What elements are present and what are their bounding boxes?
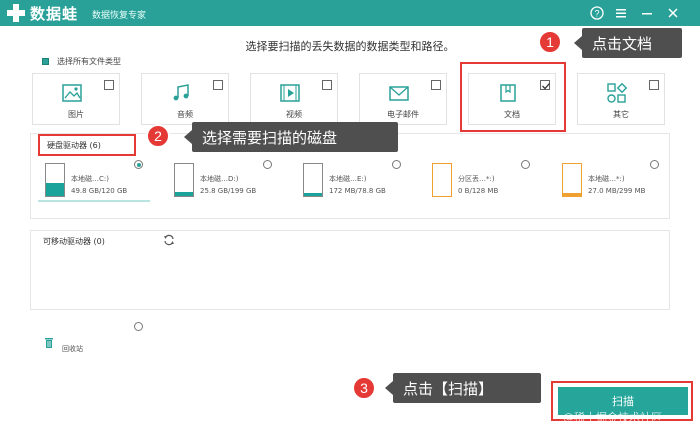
drive-radio[interactable] <box>392 160 401 169</box>
close-icon[interactable] <box>664 4 682 22</box>
drive-size: 25.8 GB/199 GB <box>200 187 257 195</box>
type-card-other[interactable]: 其它 <box>577 73 665 125</box>
recycle-bin-label: 回收站 <box>62 345 83 353</box>
selected-underline <box>38 200 150 202</box>
drive-radio[interactable] <box>521 160 530 169</box>
select-all-label: 选择所有文件类型 <box>57 57 121 66</box>
drive-name: 分区丢…*:) <box>458 175 495 183</box>
drive-usage-fill <box>175 191 193 196</box>
drive-radio[interactable] <box>650 160 659 169</box>
drive-icon <box>174 163 194 197</box>
drive-size: 49.8 GB/120 GB <box>71 187 128 195</box>
drive-item[interactable]: 分区丢…*:) 0 B/128 MB <box>432 163 542 207</box>
email-checkbox[interactable] <box>431 80 441 90</box>
image-checkbox[interactable] <box>104 80 114 90</box>
type-label: 音频 <box>177 110 193 119</box>
type-card-email[interactable]: 电子邮件 <box>359 73 447 125</box>
title-bar: 数据蛙 数据恢复专家 ? <box>0 0 700 26</box>
callout-1: 点击文档 <box>574 28 682 58</box>
music-icon <box>173 84 189 101</box>
type-label: 其它 <box>613 110 629 119</box>
drive-size: 0 B/128 MB <box>458 187 499 195</box>
recycle-bin-icon <box>45 338 53 348</box>
recycle-radio[interactable] <box>134 322 143 331</box>
type-card-video[interactable]: 视频 <box>250 73 338 125</box>
grid-shapes-icon <box>607 82 628 103</box>
logo-plus-icon <box>7 4 25 22</box>
drive-item[interactable]: 本地磁…D:) 25.8 GB/199 GB <box>174 163 284 207</box>
callout-text: 点击【扫描】 <box>403 379 494 398</box>
drive-size: 27.0 MB/299 MB <box>588 187 646 195</box>
highlight-document <box>460 62 566 132</box>
drive-name: 本地磁…C:) <box>71 175 109 183</box>
app-subtitle: 数据恢复专家 <box>92 11 147 21</box>
drive-name: 本地磁…E:) <box>329 175 367 183</box>
video-checkbox[interactable] <box>322 80 332 90</box>
drive-size: 172 MB/78.8 GB <box>329 187 386 195</box>
step-badge-2: 2 <box>146 124 170 148</box>
drive-usage-fill <box>304 193 322 196</box>
drive-icon <box>562 163 582 197</box>
envelope-icon <box>389 86 409 101</box>
video-icon <box>280 84 300 102</box>
app-name: 数据蛙 <box>30 5 79 23</box>
watermark: @稀土掘金技术社区 <box>563 411 662 424</box>
drive-item[interactable]: 本地磁…E:) 172 MB/78.8 GB <box>303 163 413 207</box>
refresh-icon[interactable] <box>163 234 175 246</box>
type-card-image[interactable]: 图片 <box>32 73 120 125</box>
svg-text:?: ? <box>594 9 599 19</box>
image-icon <box>62 84 82 102</box>
select-all-box[interactable] <box>42 58 49 65</box>
callout-2: 选择需要扫描的磁盘 <box>184 122 398 152</box>
highlight-drive-label <box>38 134 136 156</box>
drive-name: 本地磁…D:) <box>200 175 239 183</box>
select-all-checkbox[interactable]: 选择所有文件类型 <box>42 56 121 67</box>
type-card-audio[interactable]: 音频 <box>141 73 229 125</box>
callout-text: 选择需要扫描的磁盘 <box>202 128 338 147</box>
menu-icon[interactable] <box>612 4 630 22</box>
type-label: 图片 <box>68 110 84 119</box>
drive-item[interactable]: 本地磁…*:) 27.0 MB/299 MB <box>562 163 672 207</box>
drive-icon <box>432 163 452 197</box>
callout-3: 点击【扫描】 <box>385 373 541 403</box>
drive-name: 本地磁…*:) <box>588 175 625 183</box>
minimize-icon[interactable] <box>638 4 656 22</box>
drive-usage-fill <box>46 182 64 196</box>
drive-icon <box>45 163 65 197</box>
step-badge-1: 1 <box>538 30 562 54</box>
removable-drive-label: 可移动驱动器 (0) <box>43 237 105 246</box>
removable-drive-panel <box>30 230 670 310</box>
type-label: 视频 <box>286 110 302 119</box>
help-icon[interactable]: ? <box>588 4 606 22</box>
drive-radio[interactable] <box>263 160 272 169</box>
step-badge-3: 3 <box>352 376 376 400</box>
audio-checkbox[interactable] <box>213 80 223 90</box>
other-checkbox[interactable] <box>649 80 659 90</box>
type-label: 电子邮件 <box>387 110 419 119</box>
drive-usage-fill <box>563 193 581 196</box>
drive-icon <box>303 163 323 197</box>
callout-text: 点击文档 <box>592 34 653 53</box>
drive-radio[interactable] <box>134 160 143 169</box>
